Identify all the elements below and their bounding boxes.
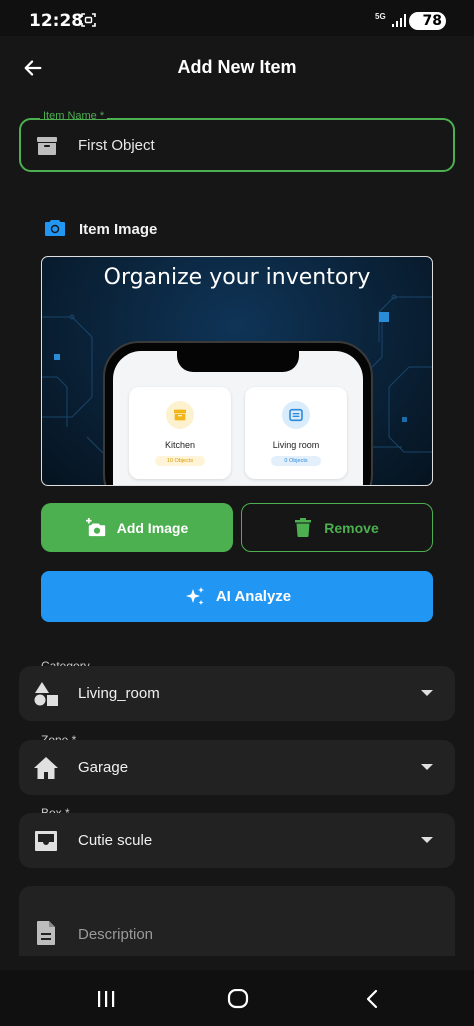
chevron-down-icon [421,690,433,696]
trash-icon [295,518,312,537]
preview-heading: Organize your inventory [103,265,371,290]
living-room-badge [282,401,310,429]
chevron-down-icon [421,764,433,770]
home-button[interactable] [223,988,253,1010]
description-placeholder: Description [78,926,154,943]
preview-card-count: 0 Objects [271,456,321,466]
add-image-label: Add Image [116,519,189,536]
preview-card-name: Kitchen [164,440,196,450]
document-icon [37,921,55,945]
phone-notch [177,351,299,372]
camera-icon [45,220,65,236]
screen-record-icon [81,13,96,27]
remove-image-button[interactable]: Remove [241,503,433,552]
recents-icon [98,991,115,1007]
shapes-icon [34,682,58,706]
page-title: Add New Item [177,57,297,77]
recents-button[interactable] [91,988,121,1010]
inbox-icon [35,831,57,851]
add-image-button[interactable]: Add Image [41,503,233,552]
ai-analyze-label: AI Analyze [215,588,292,605]
preview-card-name: Living room [272,440,320,450]
home-icon [34,757,58,779]
status-bar: 12:28 5G 78 [0,0,474,36]
battery-indicator: 78 [409,12,446,30]
zone-value: Garage [78,759,129,776]
category-select[interactable]: Living_room [19,666,455,721]
item-name-value: First Object [78,137,155,154]
item-name-field[interactable]: Item Name * First Object [19,110,455,172]
box-icon [174,409,186,421]
chevron-down-icon [421,837,433,843]
ai-analyze-button[interactable]: AI Analyze [41,571,433,622]
box-select[interactable]: Cutie scule [19,813,455,868]
sparkles-icon [185,586,204,605]
phone-mockup: Kitchen 10 Objects Living room 0 Objects [103,341,373,485]
status-time: 12:28 [29,11,84,31]
description-field[interactable]: Description [19,886,455,956]
category-value: Living_room [78,685,160,702]
signal-icon [392,14,406,27]
kitchen-badge [166,401,194,429]
preview-card-living-room: Living room 0 Objects [245,387,347,479]
item-image-label: Item Image [79,221,158,238]
system-back-button[interactable] [357,988,387,1010]
item-image-preview: Organize your inventory Kitchen 10 Objec… [41,256,433,486]
tv-icon [289,408,303,422]
preview-card-kitchen: Kitchen 10 Objects [129,387,231,479]
network-type: 5G [375,12,386,21]
archive-box-icon [37,137,57,155]
app-bar: Add New Item [0,36,474,100]
home-circle-icon [227,989,249,1009]
remove-label: Remove [324,519,379,536]
zone-select[interactable]: Garage [19,740,455,795]
add-photo-icon [85,517,105,536]
battery-level: 78 [422,13,442,29]
phone-screen: Kitchen 10 Objects Living room 0 Objects [113,351,363,485]
system-nav-bar [0,970,474,1026]
preview-card-count: 10 Objects [155,456,205,466]
box-value: Cutie scule [78,832,153,849]
item-name-label: Item Name * [40,110,108,119]
back-chevron-icon [366,989,378,1009]
